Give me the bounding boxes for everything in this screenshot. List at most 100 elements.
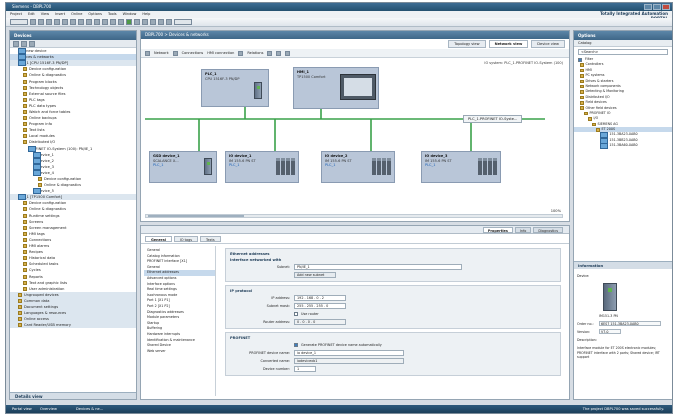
device-plc[interactable]: PLC_1 CPU 1516F-3 PN/DP: [201, 69, 269, 107]
menu-edit[interactable]: Edit: [28, 11, 35, 18]
editor-horizontal-scrollbar[interactable]: [145, 214, 563, 218]
catalog-item[interactable]: 6ES7 151-3BA60-0AB0: [574, 142, 672, 149]
portal-view-button[interactable]: Portal view: [12, 405, 32, 413]
catalog-search-input[interactable]: <Search>: [578, 49, 668, 55]
property-nav-item[interactable]: Web server: [144, 349, 215, 355]
folder-icon: [18, 304, 22, 309]
minimize-button[interactable]: [644, 4, 652, 10]
connections-button[interactable]: Connections: [182, 51, 204, 55]
info-description-row: Description:: [577, 336, 669, 343]
subnet-mask-field[interactable]: 255 . 255 . 255 . 0: [294, 303, 346, 309]
tab-network-view[interactable]: Network view: [488, 40, 529, 48]
undo-icon[interactable]: [86, 19, 92, 25]
connections-icon[interactable]: [172, 50, 178, 56]
hmi-connection-dropdown[interactable]: HMI connection: [207, 51, 234, 55]
overview-tab[interactable]: Overview: [40, 405, 57, 413]
auto-name-checkbox[interactable]: [294, 343, 298, 347]
menu-tools[interactable]: Tools: [108, 11, 117, 18]
collapse-icon[interactable]: [13, 41, 19, 47]
fit-icon[interactable]: [285, 50, 291, 56]
tab-diagnostics[interactable]: Diagnostics: [533, 227, 563, 233]
tab-general[interactable]: General: [145, 236, 172, 242]
save-project-button[interactable]: [10, 19, 28, 25]
menu-project[interactable]: Project: [10, 11, 22, 18]
subnet-select[interactable]: PN/IE_1: [294, 264, 462, 270]
expand-icon[interactable]: [21, 41, 27, 47]
add-subnet-button[interactable]: Add new subnet: [294, 272, 336, 278]
io-system-info: IO system: PLC_1.PROFINET IO-System (100…: [484, 61, 563, 65]
information-header[interactable]: Information: [574, 261, 672, 269]
device-hmi[interactable]: HMI_1 TP1500 Comfort: [293, 67, 379, 109]
text-icon: [23, 280, 27, 285]
catalog-subheader[interactable]: Catalog: [574, 40, 672, 47]
download-icon[interactable]: [110, 19, 116, 25]
subnet-label[interactable]: PLC_1.PROFINET IO-Syste...: [463, 115, 523, 123]
project-tree-toolbar: [10, 40, 136, 48]
tab-info[interactable]: Info: [514, 227, 532, 233]
mask-row: Subnet mask: 255 . 255 . 255 . 0: [230, 302, 556, 310]
plc-cpu-icon: [254, 82, 262, 99]
go-online-icon[interactable]: [126, 19, 132, 25]
tab-properties[interactable]: Properties: [482, 227, 513, 233]
redo-icon[interactable]: [94, 19, 100, 25]
menu-options[interactable]: Options: [88, 11, 102, 18]
subnet-mask-label: Subnet mask:: [266, 304, 290, 308]
general-tabs: General IO tags Texts: [141, 234, 569, 244]
device-number-row: Device number: 1: [230, 365, 556, 373]
open-editor-tab[interactable]: Devices & ne...: [76, 405, 103, 413]
router-address-field[interactable]: 0 . 0 . 0 . 0: [294, 319, 346, 325]
paste-icon[interactable]: [70, 19, 76, 25]
device-io-2[interactable]: IO device_1 IM 155-6 PN ST PLC_1: [225, 151, 299, 183]
start-cpu-icon[interactable]: [150, 19, 156, 25]
delete-icon[interactable]: [78, 19, 84, 25]
device-name-field[interactable]: io device_1: [294, 350, 404, 356]
menu-view[interactable]: View: [41, 11, 49, 18]
zoom-level[interactable]: 100%: [551, 209, 561, 213]
network-icon[interactable]: [145, 50, 150, 56]
scrollbar-thumb[interactable]: [148, 215, 244, 217]
compile-icon[interactable]: [102, 19, 108, 25]
menu-online[interactable]: Online: [71, 11, 82, 18]
io3-rack-icon: [372, 158, 391, 175]
device-io-4[interactable]: IO device_3 IM 155-6 PN ST PLC_1: [421, 151, 501, 183]
tree-item[interactable]: Card Reader/USB memory: [10, 322, 136, 329]
cross-reference-icon[interactable]: [166, 19, 172, 25]
relations-icon[interactable]: [238, 50, 244, 56]
info-version-value[interactable]: V7.0: [599, 329, 621, 334]
maximize-button[interactable]: [653, 4, 661, 10]
tab-device-view[interactable]: Device view: [531, 40, 565, 48]
print-icon[interactable]: [46, 19, 52, 25]
tab-topology-view[interactable]: Topology view: [448, 40, 486, 48]
zoom-out-icon[interactable]: [276, 50, 282, 56]
stop-cpu-icon[interactable]: [158, 19, 164, 25]
menu-window[interactable]: Window: [123, 11, 137, 18]
menu-help[interactable]: Help: [142, 11, 150, 18]
details-view-header[interactable]: Details view: [10, 392, 136, 399]
folder-icon: [23, 134, 27, 139]
device-io-1[interactable]: GSD device_1 SCALANCE X... PLC_1: [149, 151, 217, 183]
use-router-checkbox[interactable]: [294, 312, 298, 316]
open-icon[interactable]: [30, 19, 36, 25]
device-number-field[interactable]: 1: [294, 366, 316, 372]
close-button[interactable]: [662, 4, 670, 10]
cut-icon[interactable]: [54, 19, 60, 25]
device-io-3[interactable]: IO device_2 IM 155-6 PN ST PLC_1: [321, 151, 395, 183]
zoom-in-icon[interactable]: [267, 50, 273, 56]
network-canvas[interactable]: PLC_1 CPU 1516F-3 PN/DP HMI_1 TP1500 Com…: [145, 67, 563, 213]
ip-address-field[interactable]: 192 . 168 . 0 . 2: [294, 295, 346, 301]
module-icon: [600, 142, 608, 149]
menu-insert[interactable]: Insert: [55, 11, 65, 18]
go-offline-icon[interactable]: [134, 19, 140, 25]
network-button[interactable]: Network: [154, 51, 169, 55]
filter-checkbox[interactable]: [578, 57, 582, 62]
tab-io-tags[interactable]: IO tags: [173, 236, 198, 242]
search-project-field[interactable]: [174, 19, 192, 25]
copy-icon[interactable]: [62, 19, 68, 25]
accessible-devices-icon[interactable]: [142, 19, 148, 25]
inspector-window: Properties Info Diagnostics General IO t…: [140, 225, 570, 400]
tab-texts[interactable]: Texts: [200, 236, 221, 242]
view-options-icon[interactable]: [29, 41, 35, 47]
save-icon[interactable]: [38, 19, 44, 25]
relations-button[interactable]: Relations: [247, 51, 263, 55]
upload-icon[interactable]: [118, 19, 124, 25]
